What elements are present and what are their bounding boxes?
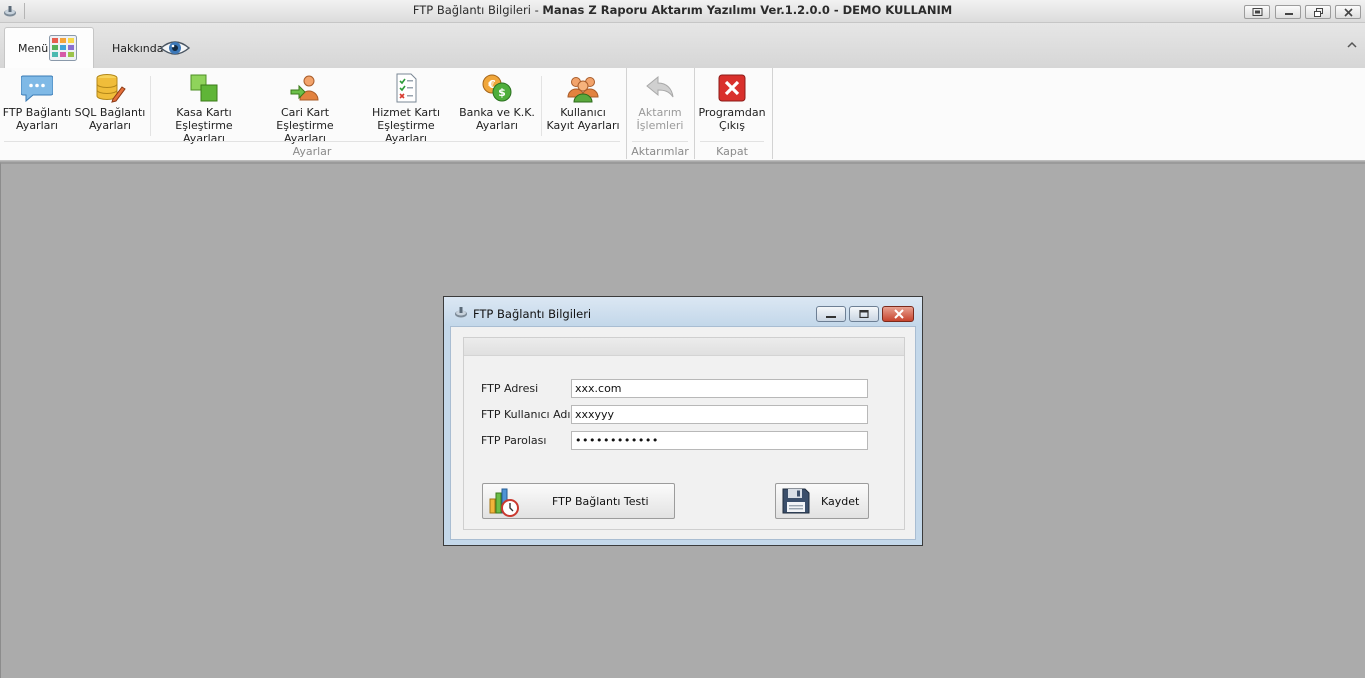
account-card-mapping-button[interactable]: Cari Kart Eşleştirme Ayarları: [256, 68, 354, 145]
service-card-mapping-button[interactable]: Hizmet Kartı Eşleştirme Ayarları: [358, 68, 454, 145]
ribbon-panel: FTP Bağlantı Ayarları SQL Bağlantı Ayarl…: [0, 68, 1365, 161]
dialog-app-icon: [455, 307, 467, 318]
group-line: [700, 141, 764, 142]
close-icon: [1344, 8, 1353, 17]
window-close-button[interactable]: [1335, 5, 1361, 19]
group-separator: [626, 68, 627, 159]
bank-card-label-2: Ayarları: [476, 119, 518, 132]
ribbon-separator: [541, 76, 542, 136]
ftp-password-input[interactable]: [571, 431, 868, 450]
exit-label-1: Programdan: [698, 106, 766, 119]
ribbon-separator: [150, 76, 151, 136]
ribbon-tab-strip: Menü Hakkında: [0, 23, 1365, 69]
window-title: FTP Bağlantı Bilgileri - Manas Z Raporu …: [412, 3, 953, 17]
group-label-settings: Ayarlar: [292, 145, 332, 158]
account-card-label-1: Cari Kart: [280, 106, 330, 119]
window-minimize-button[interactable]: [1275, 5, 1301, 19]
maximize-icon: [859, 310, 869, 318]
ftp-address-input[interactable]: [571, 379, 868, 398]
user-record-label-2: Kayıt Ayarları: [546, 119, 620, 132]
ftp-password-label: FTP Parolası: [481, 434, 547, 447]
ftp-connection-test-button[interactable]: FTP Bağlantı Testi: [482, 483, 675, 519]
dialog-body: FTP Adresi FTP Kullanıcı Adı FTP Parolas…: [450, 326, 916, 540]
ftp-address-label: FTP Adresi: [481, 382, 539, 395]
ftp-settings-label-2: Ayarları: [16, 119, 58, 132]
users-group-icon: [567, 77, 599, 103]
group-separator: [694, 68, 695, 159]
sql-settings-button[interactable]: SQL Bağlantı Ayarları: [74, 68, 146, 138]
chart-clock-icon: [489, 488, 519, 517]
save-button[interactable]: Kaydet: [775, 483, 869, 519]
group-separator: [772, 68, 773, 159]
window-fullscreen-button[interactable]: [1244, 5, 1270, 19]
minimize-icon: [1285, 13, 1293, 15]
ftp-connection-test-label: FTP Bağlantı Testi: [552, 495, 649, 508]
chat-bubble-icon: [21, 75, 53, 103]
collapse-ribbon-icon[interactable]: [1347, 41, 1357, 49]
fullscreen-icon: [1252, 8, 1263, 16]
tab-about-label: Hakkında: [112, 42, 164, 55]
dialog-maximize-button[interactable]: [849, 306, 879, 322]
tab-menu-label: Menü: [18, 42, 49, 55]
bank-card-label-1: Banka ve K.K.: [459, 106, 535, 119]
dialog-close-button[interactable]: [882, 306, 914, 322]
user-arrow-icon: [290, 75, 319, 101]
red-x-icon: [718, 74, 746, 102]
ftp-settings-label-1: FTP Bağlantı: [2, 106, 72, 119]
transfer-ops-label-1: Aktarım: [638, 106, 682, 119]
eye-icon: [160, 41, 190, 55]
transfer-operations-button[interactable]: Aktarım İşlemleri: [630, 68, 690, 138]
window-restore-button[interactable]: [1305, 5, 1331, 19]
close-icon: [894, 309, 904, 319]
database-pencil-icon: [96, 74, 126, 103]
service-card-label-1: Hizmet Kartı: [371, 106, 441, 119]
exit-label-2: Çıkış: [719, 119, 745, 132]
minimize-icon: [826, 316, 836, 318]
exit-program-button[interactable]: Programdan Çıkış: [698, 68, 766, 138]
dialog-minimize-button[interactable]: [816, 306, 846, 322]
group-label-transfers: Aktarımlar: [631, 145, 689, 158]
transfer-ops-label-2: İşlemleri: [636, 119, 684, 132]
sql-settings-label-2: Ayarları: [89, 119, 131, 132]
tile-grid-icon: [49, 35, 77, 61]
panel-header: [464, 338, 904, 356]
ftp-settings-button[interactable]: FTP Bağlantı Ayarları: [0, 68, 74, 138]
ftp-username-input[interactable]: [571, 405, 868, 424]
ftp-connection-dialog: FTP Bağlantı Bilgileri FTP Adresi FTP Ku…: [443, 296, 923, 546]
sql-settings-label-1: SQL Bağlantı: [74, 106, 146, 119]
group-line: [632, 141, 688, 142]
checklist-icon: [396, 73, 417, 103]
undo-arrow-icon: [646, 75, 674, 98]
dialog-title: FTP Bağlantı Bilgileri: [473, 307, 592, 321]
ftp-settings-panel: FTP Adresi FTP Kullanıcı Adı FTP Parolas…: [463, 337, 905, 530]
floppy-disk-icon: [782, 488, 810, 514]
group-label-close: Kapat: [716, 145, 748, 158]
bank-card-settings-button[interactable]: € $ Banka ve K.K. Ayarları: [458, 68, 536, 138]
ftp-username-label: FTP Kullanıcı Adı: [481, 408, 571, 421]
tab-menu[interactable]: Menü: [4, 27, 94, 69]
window-title-bar: FTP Bağlantı Bilgileri - Manas Z Raporu …: [0, 0, 1365, 23]
svg-text:$: $: [498, 86, 506, 99]
dialog-title-bar[interactable]: FTP Bağlantı Bilgileri: [444, 297, 922, 325]
user-record-label-1: Kullanıcı: [560, 106, 606, 119]
group-line: [4, 141, 620, 142]
cash-card-mapping-button[interactable]: Kasa Kartı Eşleştirme Ayarları: [156, 68, 252, 145]
cash-card-label-1: Kasa Kartı: [176, 106, 232, 119]
green-squares-icon: [190, 74, 218, 102]
save-button-label: Kaydet: [821, 495, 860, 508]
tab-about[interactable]: Hakkında: [104, 27, 204, 67]
user-record-settings-button[interactable]: Kullanıcı Kayıt Ayarları: [546, 68, 620, 138]
currency-coins-icon: € $: [482, 74, 512, 102]
restore-icon: [1314, 8, 1323, 17]
